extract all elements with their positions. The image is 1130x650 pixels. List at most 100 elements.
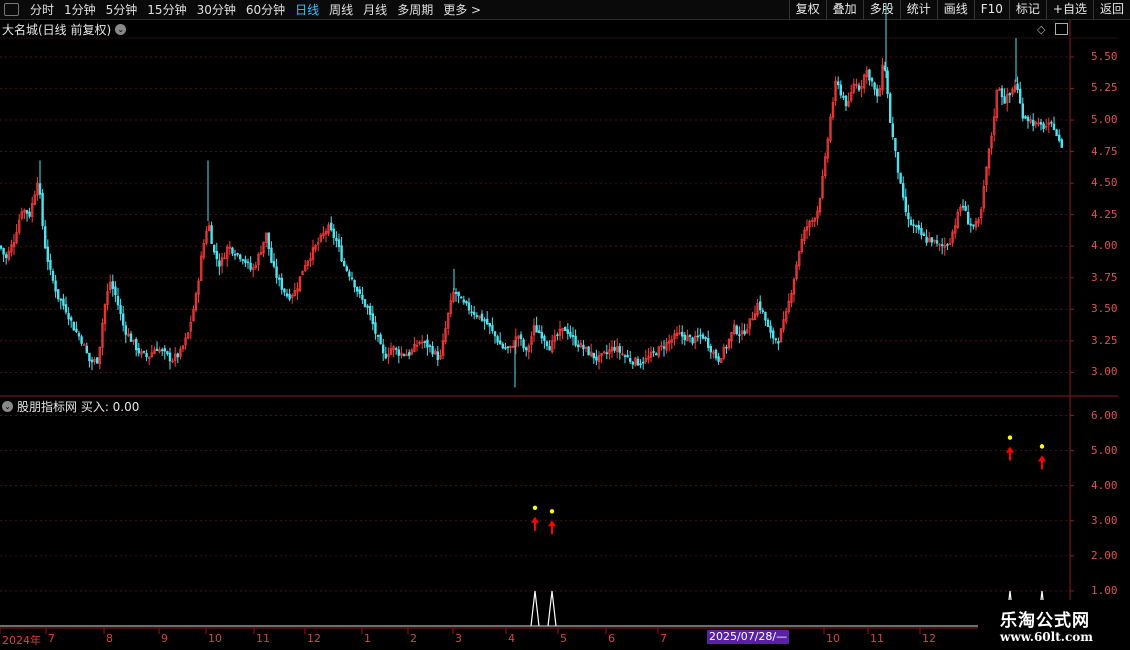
candle-body [875,88,879,97]
candle-body [472,311,476,315]
candle-body [467,302,471,311]
candle-body [161,349,164,352]
candle-body [886,70,889,95]
candle-body [582,344,585,350]
candle-body [454,292,458,294]
candle-body [155,348,159,352]
stock-chart[interactable] [0,0,1130,650]
candle-body [124,325,128,335]
candle-body [488,323,491,327]
candle-body [613,347,616,351]
candle-body [83,344,86,346]
candle-body [88,352,91,362]
candle-body [337,239,341,248]
time-axis-label: 4 [508,632,515,645]
candle-body [457,291,460,297]
candle-body [769,325,772,333]
candle-body [899,172,902,184]
candle-body [964,206,967,211]
price-tick-label: 4.75 [1091,144,1118,158]
candle-body [688,334,692,338]
candle-body [135,338,138,351]
candle-body [504,347,507,349]
candle-body [618,346,622,353]
signal-dot [532,505,538,510]
candle-body [1058,134,1061,141]
candle-body [909,219,913,226]
candle-body [72,321,76,331]
candle-body [426,339,429,348]
candle-body [166,351,169,355]
candle-body [5,254,8,258]
candle-body [774,338,778,340]
time-axis-label: 7 [48,632,55,645]
candle-body [96,357,99,364]
candle-body [540,332,544,339]
candle-body [241,259,244,262]
candle-body [119,305,122,314]
candle-body [699,334,702,337]
price-tick-label: 5.00 [1091,113,1118,127]
signal-dot [1039,444,1045,449]
candle-body [777,341,780,344]
candle-body [67,313,70,320]
candle-body [25,210,29,214]
candle-body [0,245,3,249]
candle-body [683,334,687,341]
candle-body [361,294,364,300]
candle-body [566,329,570,334]
candle-body [54,280,57,292]
time-axis-label: 8 [106,632,113,645]
candle-body [714,349,718,359]
time-axis-label: 2 [410,632,417,645]
candle-body [116,296,120,306]
candle-body [961,205,965,208]
candle-body [576,344,580,348]
candle-body [569,331,572,337]
candle-body [345,266,348,271]
candle-body [496,336,499,343]
buy-spike [530,590,540,627]
candle-body [283,288,286,293]
time-axis-label: 2024年 [2,634,41,647]
candle-body [210,225,213,244]
candle-body [894,138,897,152]
time-axis-label: 10 [826,632,840,645]
candle-body [857,85,861,91]
candle-body [709,346,713,353]
candle-body [652,351,655,353]
candle-body [501,343,504,349]
candle-body [249,262,252,270]
candle-body [168,352,172,362]
candle-body [381,344,385,354]
candle-body [842,95,845,98]
candle-body [704,336,707,340]
candle-body [77,333,81,337]
candle-body [480,313,484,321]
candle-body [764,311,767,321]
candle-body [680,331,684,337]
candle-body [701,334,705,339]
candle-body [836,81,840,86]
candle-body [771,330,775,339]
price-tick-label: 5.50 [1091,49,1118,63]
price-tick-label: 4.50 [1091,176,1118,190]
indicator-tick-label: 4.00 [1091,478,1118,492]
candle-body [80,336,83,344]
candle-body [280,277,283,290]
candle-body [142,351,146,353]
candle-body [891,123,895,137]
right-edge-strip [1118,30,1130,390]
time-axis-label: 3 [455,632,462,645]
candle-body [111,281,115,289]
candle-body [940,244,944,247]
candle-body [623,355,627,357]
candle-body [626,354,629,358]
candle-body [353,279,356,288]
candle-body [1016,83,1019,90]
candle-body [358,289,361,294]
buy-arrow-head [548,520,556,527]
price-tick-label: 3.75 [1091,270,1118,284]
candle-body [1021,103,1025,119]
time-axis-label: 11 [870,632,884,645]
